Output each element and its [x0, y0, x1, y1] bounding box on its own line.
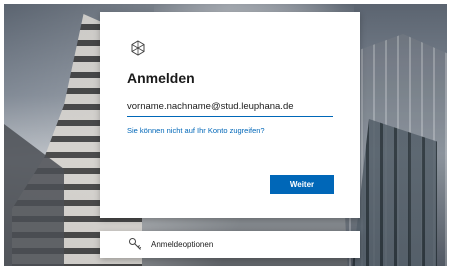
signin-card: Anmelden Sie können nicht auf Ihr Konto …: [100, 12, 360, 218]
email-field[interactable]: [127, 97, 333, 117]
page-title: Anmelden: [127, 70, 195, 86]
org-logo-icon: [130, 40, 146, 56]
signin-options-button[interactable]: Anmeldeoptionen: [100, 231, 360, 258]
key-icon: [128, 237, 142, 251]
next-button[interactable]: Weiter: [270, 175, 334, 194]
signin-options-label: Anmeldeoptionen: [151, 240, 214, 249]
cant-access-account-link[interactable]: Sie können nicht auf Ihr Konto zugreifen…: [127, 126, 265, 135]
